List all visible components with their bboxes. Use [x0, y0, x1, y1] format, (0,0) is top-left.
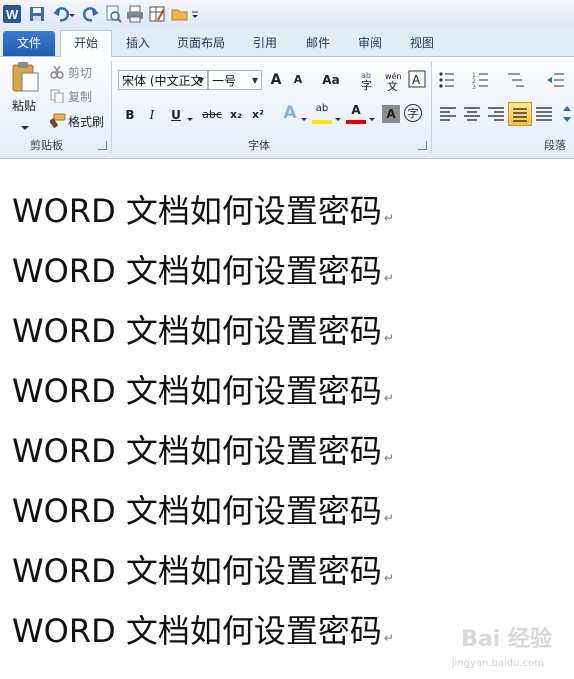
paragraph-mark: ↵: [383, 331, 394, 345]
character-shading-button[interactable]: A: [382, 105, 400, 123]
document-line[interactable]: WORD 文档如何设置密码 ↵: [12, 611, 394, 651]
font-group-label: 字体: [248, 139, 270, 152]
underline-button[interactable]: U: [166, 105, 186, 125]
document-line[interactable]: WORD 文档如何设置密码 ↵: [12, 191, 394, 231]
highlight-button[interactable]: ab: [312, 102, 332, 124]
document-line[interactable]: WORD 文档如何设置密码 ↵: [12, 551, 394, 591]
document-line[interactable]: WORD 文档如何设置密码 ↵: [12, 431, 394, 471]
paste-dropdown-icon[interactable]: [20, 117, 30, 130]
paragraph-mark: ↵: [383, 511, 394, 525]
document-line[interactable]: WORD 文档如何设置密码 ↵: [12, 251, 394, 291]
font-size-combo[interactable]: 一号 ▼: [208, 70, 262, 90]
tab-home[interactable]: 开始: [60, 30, 112, 58]
document-line[interactable]: WORD 文档如何设置密码 ↵: [12, 311, 394, 351]
cut-icon[interactable]: [50, 64, 64, 79]
change-case-button[interactable]: Aa: [318, 70, 344, 90]
cut-button[interactable]: 剪切: [68, 64, 92, 81]
watermark-url: jingyan.baidu.com: [451, 658, 544, 669]
document-line[interactable]: WORD 文档如何设置密码 ↵: [12, 371, 394, 411]
highlight-dropdown-icon[interactable]: [334, 109, 342, 121]
multilevel-list-icon[interactable]: [506, 71, 528, 89]
document-area[interactable]: WORD 文档如何设置密码 ↵ WORD 文档如何设置密码 ↵ WORD 文档如何设…: [0, 159, 574, 679]
document-line[interactable]: WORD 文档如何设置密码 ↵: [12, 491, 394, 531]
grow-font-button[interactable]: A: [266, 70, 286, 90]
redo-icon[interactable]: [82, 5, 100, 23]
font-name-value: 宋体 (中文正文: [122, 74, 203, 88]
svg-text:文: 文: [387, 79, 398, 91]
text-effects-dropdown-icon[interactable]: [300, 109, 308, 121]
paste-icon[interactable]: [10, 61, 40, 93]
subscript-button[interactable]: x₂: [226, 105, 246, 125]
tab-view[interactable]: 视图: [400, 31, 444, 56]
align-right-icon[interactable]: [486, 105, 506, 123]
word-app-icon[interactable]: W: [3, 5, 21, 23]
paragraph-mark: ↵: [383, 631, 394, 645]
svg-text:字: 字: [361, 78, 372, 91]
draw-table-icon[interactable]: [148, 5, 166, 23]
group-separator: [431, 61, 432, 153]
paste-button[interactable]: 粘贴: [12, 97, 36, 114]
tab-page-layout[interactable]: 页面布局: [168, 31, 234, 56]
print-preview-icon[interactable]: [104, 5, 122, 23]
align-center-icon[interactable]: [462, 105, 482, 123]
text-effects-button[interactable]: A: [280, 103, 300, 123]
paragraph-mark: ↵: [383, 211, 394, 225]
print-icon[interactable]: [126, 5, 144, 23]
svg-text:3: 3: [472, 84, 476, 89]
clipboard-group-label: 剪贴板: [30, 139, 63, 152]
font-size-value: 一号: [212, 74, 237, 88]
paragraph-mark: ↵: [383, 391, 394, 405]
font-launcher-icon[interactable]: [418, 141, 427, 150]
font-name-combo[interactable]: 宋体 (中文正文 ▼: [118, 70, 208, 90]
strikethrough-button[interactable]: abc: [200, 105, 224, 125]
open-folder-icon[interactable]: [171, 5, 189, 23]
customize-toolbar-icon[interactable]: [190, 5, 200, 23]
font-color-dropdown-icon[interactable]: [368, 109, 376, 121]
tab-insert[interactable]: 插入: [116, 31, 160, 56]
chevron-down-icon[interactable]: ▼: [252, 71, 258, 91]
tab-references[interactable]: 引用: [244, 31, 286, 56]
paragraph-mark: ↵: [383, 451, 394, 465]
chevron-down-icon[interactable]: ▼: [198, 71, 204, 91]
phonetic-guide-icon[interactable]: ab 字: [360, 69, 380, 92]
italic-button[interactable]: I: [142, 105, 162, 125]
group-separator: [111, 61, 112, 153]
clear-formatting-icon[interactable]: wén 文: [384, 69, 404, 93]
watermark-brand: Bai 经验: [461, 627, 552, 652]
shrink-font-button[interactable]: A: [288, 70, 308, 90]
copy-icon[interactable]: [50, 88, 64, 104]
numbering-icon[interactable]: 123: [472, 71, 492, 91]
paragraph-group-label: 段落: [544, 139, 566, 152]
svg-text:W: W: [6, 7, 19, 22]
decrease-indent-icon[interactable]: [546, 71, 566, 89]
ribbon-home: 粘贴 剪切 复制 格式刷 剪贴板 宋体 (中文正文 ▼ 一号 ▼ A A Aa …: [0, 57, 574, 159]
paragraph-mark: ↵: [383, 271, 394, 285]
bold-button[interactable]: B: [120, 105, 140, 125]
tab-file[interactable]: 文件: [3, 31, 55, 56]
format-painter-icon[interactable]: [49, 113, 66, 129]
clipboard-launcher-icon[interactable]: [98, 141, 107, 150]
format-painter-button[interactable]: 格式刷: [68, 113, 104, 130]
font-color-button[interactable]: A: [346, 102, 366, 124]
copy-button[interactable]: 复制: [68, 88, 92, 105]
enclose-characters-button[interactable]: 字: [404, 104, 422, 122]
distributed-icon[interactable]: [534, 105, 554, 123]
tab-mailings[interactable]: 邮件: [296, 31, 340, 56]
underline-dropdown-icon[interactable]: [186, 109, 194, 121]
paragraph-mark: ↵: [383, 571, 394, 585]
quick-access-toolbar: W: [0, 0, 574, 29]
bullets-icon[interactable]: [438, 71, 458, 89]
svg-text:A: A: [412, 73, 421, 87]
save-icon[interactable]: [28, 5, 46, 23]
line-spacing-icon[interactable]: [562, 105, 574, 123]
superscript-button[interactable]: x²: [248, 105, 268, 125]
align-left-icon[interactable]: [438, 105, 458, 123]
undo-dropdown-icon[interactable]: [68, 5, 76, 23]
ribbon-tabs: 文件 开始 插入 页面布局 引用 邮件 审阅 视图: [0, 28, 574, 58]
character-border-icon[interactable]: A: [408, 70, 426, 88]
justify-icon[interactable]: [508, 102, 532, 126]
tab-review[interactable]: 审阅: [348, 31, 392, 56]
